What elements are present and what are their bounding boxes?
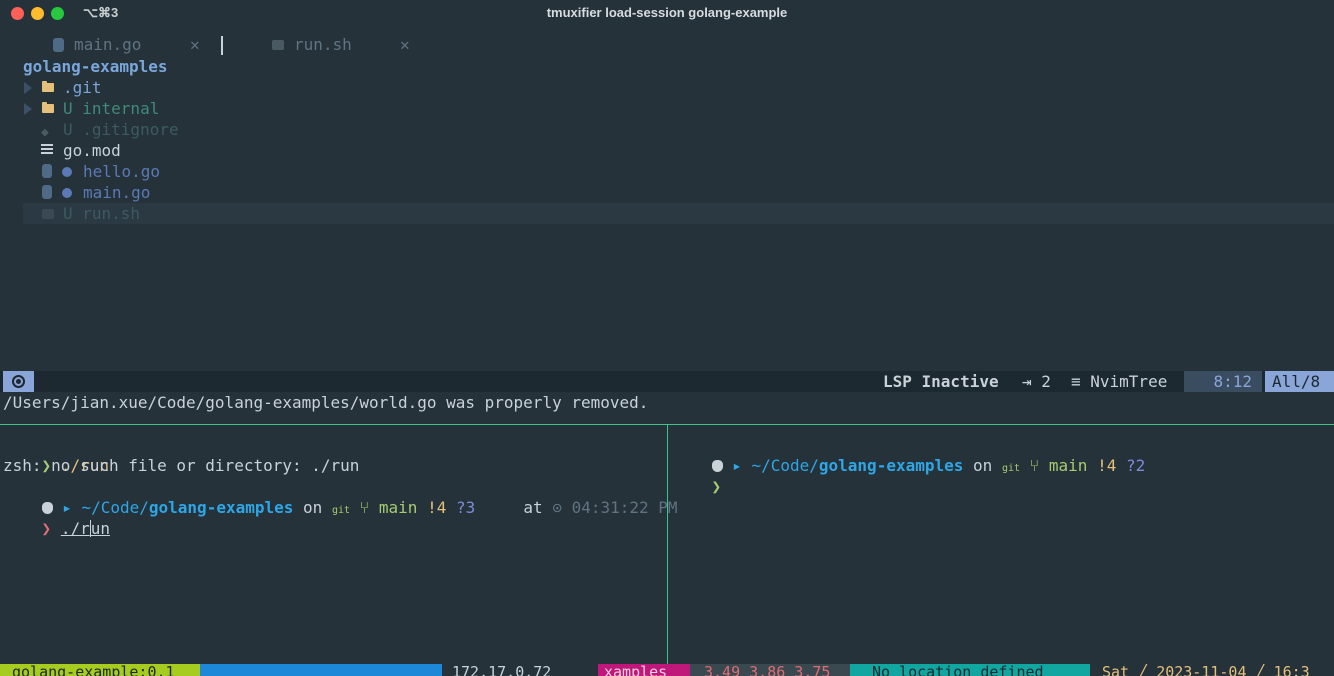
modified-dot-icon — [62, 167, 72, 177]
tree-item-internal[interactable]: U internal — [0, 98, 1334, 119]
session-name[interactable]: golang-example:0.1 — [0, 664, 212, 676]
mode-icon — [12, 375, 25, 388]
git-icon: git — [1001, 463, 1020, 474]
tree-item-label: hello.go — [83, 162, 161, 181]
git-modified: !4 — [1097, 456, 1117, 475]
message-line: /Users/jian.xue/Code/golang-examples/wor… — [3, 393, 649, 412]
command-part: un — [90, 519, 110, 538]
date: 2023-11-04 — [1156, 664, 1247, 676]
git-untracked: ?2 — [1125, 456, 1146, 475]
at-label: at — [523, 498, 543, 517]
tree-item-label: U internal — [63, 99, 160, 118]
go-file-icon — [42, 185, 52, 199]
tree-item-go-mod[interactable]: go.mod — [0, 140, 1334, 161]
terminal-line: ❯ ./run — [3, 434, 109, 475]
datetime: Sat ╱ 2023-11-04 ╱ 16:3 — [1090, 664, 1334, 676]
tab-close-button[interactable]: ✕ — [400, 35, 410, 54]
title-bar: ⌥⌘3 tmuxifier load-session golang-exampl… — [0, 0, 1334, 28]
tree-item-label: main.go — [83, 183, 151, 202]
tree-item-run-sh[interactable]: U run.sh — [23, 203, 1334, 224]
buffer-tabline: main.go ✕ run.sh ✕ — [0, 35, 1334, 57]
tab-label: run.sh — [294, 35, 352, 54]
terminal-icon — [42, 209, 54, 219]
path-dir: golang-examples — [818, 456, 964, 475]
nvim-statusline: LSP Inactive ⇥ 2 ≡ NvimTree 8:12 All/8 — [0, 371, 1334, 392]
indent-info: ⇥ 2 — [1022, 372, 1051, 391]
time: 16:3 — [1273, 664, 1310, 676]
path-prefix: ~/Code/ — [751, 456, 819, 475]
tree-item-label: go.mod — [63, 141, 121, 160]
tree-root[interactable]: golang-examples — [23, 56, 1334, 77]
window-title: tmuxifier load-session golang-example — [546, 5, 788, 20]
terminal-input-line[interactable]: ❯ — [673, 455, 722, 496]
tab-label: main.go — [74, 35, 142, 54]
tree-item-hello-go[interactable]: hello.go — [0, 161, 1334, 182]
cursor-position: 8:12 — [1184, 371, 1262, 392]
pane-border-vertical[interactable] — [667, 425, 668, 664]
modified-dot-icon — [62, 188, 72, 198]
tab-divider — [221, 36, 223, 55]
git-branch: main — [1048, 456, 1088, 475]
day: Sat — [1102, 664, 1130, 676]
on-label: on — [303, 498, 323, 517]
git-branch: main — [378, 498, 418, 517]
tab-main-go[interactable]: main.go — [53, 35, 141, 54]
location: No location defined — [850, 664, 1090, 676]
command-part: ./r — [60, 519, 90, 538]
folder-icon — [42, 102, 54, 113]
collapsed-arrow-icon — [24, 82, 32, 94]
tree-item-label: .git — [63, 78, 102, 97]
prompt-time: 04:31:22 PM — [571, 498, 678, 517]
window-name[interactable]: xamples — [598, 664, 690, 676]
folder-icon — [42, 81, 54, 92]
mode-indicator — [3, 371, 34, 392]
tree-item-label: U run.sh — [63, 204, 141, 223]
prompt-line: ▸ ~/Code/golang-examples on git ⑂ main !… — [673, 434, 1145, 475]
tree-item-main-go[interactable]: main.go — [0, 182, 1334, 203]
clock-icon: ⊙ — [552, 498, 562, 517]
tree-item-label: U .gitignore — [63, 120, 179, 139]
terminal-output: zsh: no such file or directory: ./run — [3, 456, 360, 475]
prompt-line: ▸ ~/Code/golang-examples on git ⑂ main !… — [3, 476, 678, 517]
git-icon: git — [331, 505, 350, 516]
prompt-symbol: ❯ — [711, 477, 722, 496]
git-modified: !4 — [427, 498, 447, 517]
folder-icon: ▸ — [732, 456, 742, 475]
on-label: on — [973, 456, 993, 475]
go-file-icon — [53, 38, 64, 52]
load-average: 3.49 3.86 3.75 — [690, 664, 850, 676]
path-dir: golang-examples — [148, 498, 294, 517]
tab-close-button[interactable]: ✕ — [190, 35, 200, 54]
collapsed-arrow-icon — [24, 103, 32, 115]
go-file-icon — [42, 164, 52, 178]
text-file-icon — [41, 144, 53, 157]
terminal-input-line[interactable]: ❯ ./run — [3, 497, 110, 538]
terminal-icon — [272, 40, 284, 50]
branch-icon: ⑂ — [1029, 456, 1040, 475]
prompt-symbol: ❯ — [41, 519, 52, 538]
tree-item-git[interactable]: .git — [0, 77, 1334, 98]
tmux-status-bar: golang-example:0.1 172.17.0.72 xamples 3… — [0, 664, 1334, 676]
tree-item-gitignore[interactable]: ◆ U .gitignore — [0, 119, 1334, 140]
window-list-segment[interactable] — [200, 664, 442, 676]
branch-icon: ⑂ — [359, 498, 370, 517]
scroll-position: All/8 — [1265, 371, 1334, 392]
tab-run-sh[interactable]: run.sh — [272, 35, 352, 54]
git-untracked: ?3 — [455, 498, 476, 517]
command-input[interactable]: ./run — [61, 519, 110, 538]
lsp-status: LSP Inactive — [883, 372, 999, 391]
ip-address: 172.17.0.72 — [442, 664, 598, 676]
filetype: ≡ NvimTree — [1071, 372, 1168, 391]
